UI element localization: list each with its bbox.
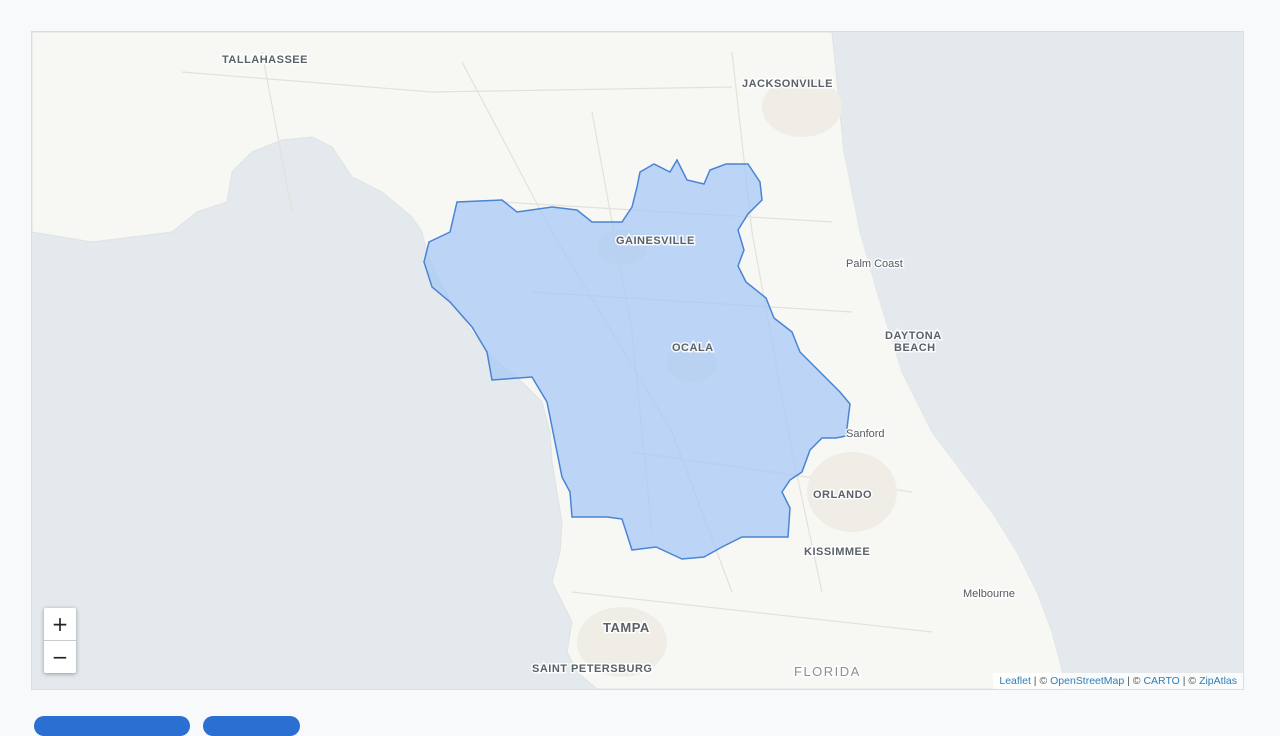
label-daytona-beach-2: BEACH [894,342,936,354]
bottom-action-button-1[interactable] [34,716,190,736]
label-saint-petersburg: SAINT PETERSBURG [532,663,652,675]
zoom-in-button[interactable]: + [44,608,76,640]
label-sanford: Sanford [846,428,885,440]
map-attribution: Leaflet | © OpenStreetMap | © CARTO | © … [993,673,1243,689]
zipatlas-link[interactable]: ZipAtlas [1199,675,1237,687]
label-jacksonville: JACKSONVILLE [742,78,833,90]
map-container[interactable]: TALLAHASSEE JACKSONVILLE GAINESVILLE Pal… [31,31,1244,690]
attribution-separator: | © [1030,675,1051,687]
label-kissimmee: KISSIMMEE [804,546,870,558]
label-melbourne: Melbourne [963,588,1015,600]
zoom-control: + − [44,608,76,673]
map-canvas[interactable]: TALLAHASSEE JACKSONVILLE GAINESVILLE Pal… [32,32,1243,689]
openstreetmap-link[interactable]: OpenStreetMap [1050,675,1124,687]
label-florida: FLORIDA [794,664,861,679]
label-tampa: TAMPA [603,620,650,635]
label-ocala: OCALA [672,342,714,354]
label-daytona-beach-1: DAYTONA [885,330,942,342]
attribution-separator: | © [1124,675,1144,687]
carto-link[interactable]: CARTO [1143,675,1179,687]
attribution-separator: | © [1179,675,1200,687]
label-palm-coast: Palm Coast [846,258,903,270]
label-gainesville: GAINESVILLE [616,235,695,247]
leaflet-link[interactable]: Leaflet [999,675,1031,687]
bottom-action-button-2[interactable] [203,716,300,736]
label-tallahassee: TALLAHASSEE [222,54,308,66]
zoom-out-button[interactable]: − [44,640,76,673]
label-orlando: ORLANDO [813,489,872,501]
